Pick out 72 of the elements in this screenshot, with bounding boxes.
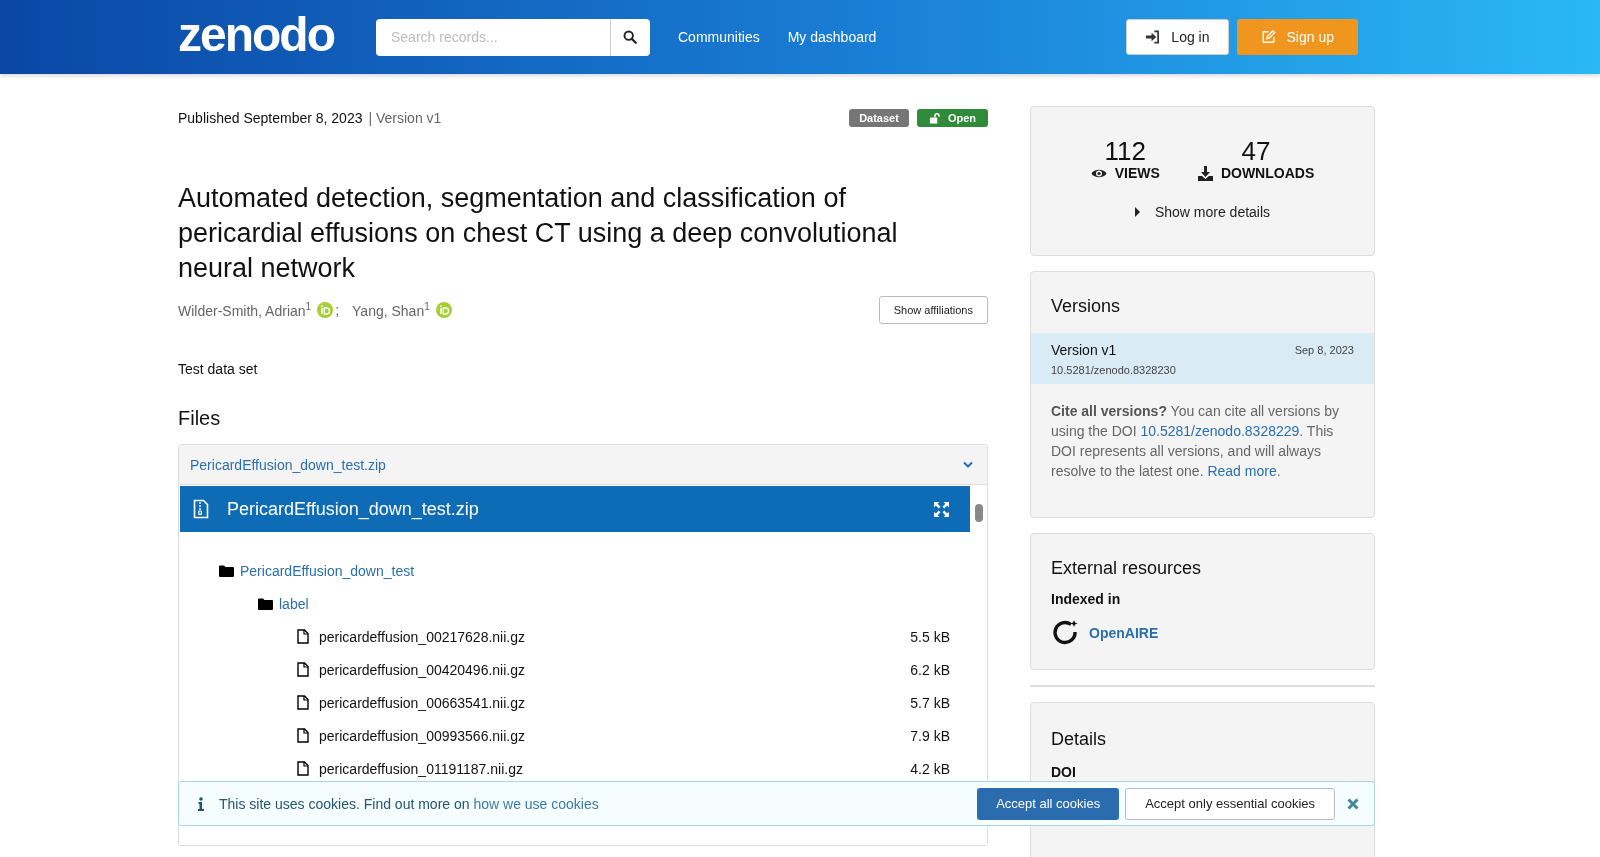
version-label: Version v1 [1051, 342, 1117, 358]
indexed-in-label: Indexed in [1051, 591, 1122, 607]
eye-icon [1090, 167, 1107, 179]
search-button[interactable] [610, 18, 650, 56]
show-affiliations-button[interactable]: Show affiliations [878, 296, 988, 324]
details-heading: Details [1051, 729, 1108, 750]
folder-icon [258, 597, 273, 610]
sign-in-icon [1145, 30, 1161, 44]
search-field[interactable]: Search records... [376, 18, 610, 56]
views-count: 112 [1104, 137, 1147, 165]
file-size: 6.2 kB [910, 661, 950, 678]
accept-all-cookies-button[interactable]: Accept all cookies [977, 787, 1120, 820]
creator-name[interactable]: Wilder-Smith, Adrian$^{1}$ [178, 301, 312, 319]
file-accordion-header[interactable]: PericardEffusion_down_test.zip [179, 445, 987, 485]
folder-link[interactable]: label [279, 595, 309, 612]
file-size: 7.9 kB [910, 727, 950, 744]
file-icon [297, 662, 309, 677]
openaire-link[interactable]: OpenAIRE [1089, 625, 1159, 641]
file-name: pericardeffusion_00420496.nii.gz [319, 661, 525, 678]
read-more-link[interactable]: Read more [1207, 463, 1277, 479]
record-title: Automated detection, segmentation and classification of pericardial effusions on chest CT using a deep convolutional neural network [178, 182, 899, 285]
file-name: pericardeffusion_00663541.nii.gz [319, 694, 525, 711]
caret-right-icon [1134, 207, 1141, 217]
download-icon [1197, 165, 1213, 181]
archive-link[interactable]: PericardEffusion_down_test.zip [190, 456, 386, 473]
creator-separator: ; [335, 302, 340, 318]
search-icon [623, 30, 638, 44]
cookie-notice: This site uses cookies. Find out more on how we use cookies [219, 795, 599, 812]
file-size: 5.7 kB [910, 694, 950, 711]
folder-link[interactable]: PericardEffusion_down_test [240, 562, 415, 579]
creator-name[interactable]: Yang, Shan$^{1}$ [352, 301, 430, 319]
version-item[interactable]: Version v1 Sep 8, 2023 10.5281/zenodo.8328230 [1031, 333, 1374, 384]
cite-note: Cite all versions? You can cite all versions by using the DOI 10.5281/zenodo.8328229. This DOI represents all versions, and will always resolve to the latest one. Read more. [1051, 402, 1340, 481]
file-size: 5.5 kB [910, 628, 950, 645]
description-text: Test data set [178, 361, 259, 377]
cookie-policy-link[interactable]: how we use cookies [473, 795, 599, 812]
version-doi: 10.5281/zenodo.8328230 [1051, 364, 1177, 376]
resource-type-badge: Dataset [849, 109, 909, 127]
close-icon[interactable] [1347, 797, 1359, 810]
file-name: pericardeffusion_00993566.nii.gz [319, 727, 525, 744]
chevron-down-icon [963, 460, 973, 469]
version-date: Sep 8, 2023 [1294, 344, 1354, 356]
files-heading: Files [178, 407, 222, 430]
file-icon [297, 728, 309, 743]
site-logo[interactable]: zenodo [178, 11, 334, 59]
edit-icon [1260, 30, 1276, 44]
views-label: VIEWS [1114, 165, 1160, 181]
zip-file-icon [193, 499, 209, 519]
info-icon [198, 796, 204, 811]
file-icon [297, 629, 309, 644]
folder-icon [219, 564, 234, 577]
access-badge: Open [916, 109, 988, 127]
external-resources-heading: External resources [1051, 558, 1203, 579]
accept-essential-cookies-button[interactable]: Accept only essential cookies [1125, 787, 1335, 820]
openaire-logo-icon [1051, 619, 1079, 647]
expand-icon[interactable] [933, 500, 950, 518]
version-label: | Version v1 [368, 110, 442, 126]
file-icon [297, 695, 309, 710]
file-name: pericardeffusion_01191187.nii.gz [319, 760, 523, 777]
downloads-label: DOWNLOADS [1220, 165, 1315, 181]
downloads-count: 47 [1241, 137, 1271, 165]
file-size: 4.2 kB [910, 760, 950, 777]
file-icon [297, 761, 309, 776]
field-label: DOI [1051, 764, 1077, 780]
nav-link[interactable]: Communities [678, 29, 760, 45]
versions-heading: Versions [1051, 296, 1122, 317]
log-in-button[interactable]: Log in [1126, 19, 1229, 55]
preview-title: PericardEffusion_down_test.zip [227, 498, 479, 520]
file-name: pericardeffusion_00217628.nii.gz [319, 628, 525, 645]
nav-link[interactable]: My dashboard [787, 29, 877, 45]
publication-date: Published September 8, 2023 [178, 110, 363, 126]
show-more-details-button[interactable]: Show more details [1128, 203, 1277, 221]
